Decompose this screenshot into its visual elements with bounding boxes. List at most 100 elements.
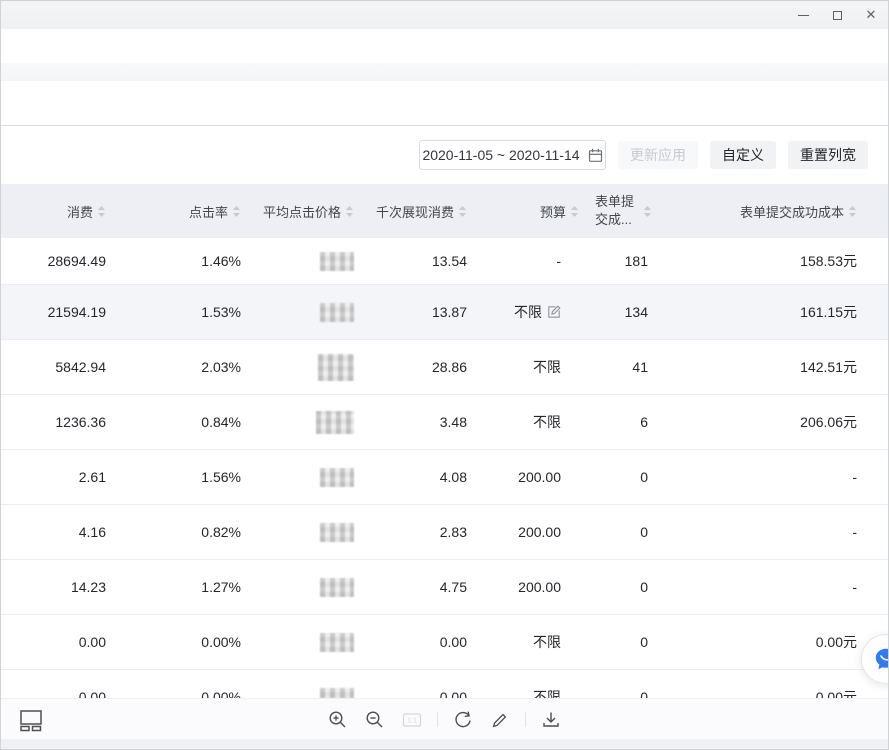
cell-ctr: 0.00% xyxy=(106,634,241,650)
cell-cpm: 3.48 xyxy=(354,414,467,430)
sort-icon xyxy=(97,205,106,218)
cell-budget: 200.00 xyxy=(467,469,579,485)
cell-consume: 14.23 xyxy=(1,579,106,595)
sort-icon xyxy=(570,205,579,218)
cell-forms: 134 xyxy=(579,304,652,320)
budget-value: 不限 xyxy=(533,357,561,377)
cell-cpm: 2.83 xyxy=(354,524,467,540)
cell-cpc-redacted xyxy=(320,468,354,487)
table-row[interactable]: 28694.49 1.46% 13.54 - 181 158.53元 xyxy=(1,238,888,285)
download-button[interactable] xyxy=(539,708,563,732)
edit-button[interactable] xyxy=(488,708,512,732)
title-bar: ✕ xyxy=(1,1,888,29)
cell-consume: 1236.36 xyxy=(1,414,106,430)
cell-cost: 0.00元 xyxy=(652,687,857,698)
close-button[interactable]: ✕ xyxy=(854,1,888,29)
cell-budget: - xyxy=(467,253,579,269)
cell-budget: 不限 xyxy=(467,412,579,432)
cell-cpc-redacted xyxy=(320,688,354,699)
cell-consume: 4.16 xyxy=(1,524,106,540)
sort-icon xyxy=(458,205,467,218)
cell-cpc-redacted xyxy=(320,633,354,652)
column-label: 平均点击价格 xyxy=(263,202,341,221)
column-label: 消费 xyxy=(67,202,93,221)
update-app-button[interactable]: 更新应用 xyxy=(618,141,698,169)
cell-forms: 0 xyxy=(579,634,652,650)
refresh-button[interactable] xyxy=(451,708,475,732)
one-to-one-button[interactable]: 1:1 xyxy=(400,708,424,732)
table-body: 28694.49 1.46% 13.54 - 181 158.53元 21594… xyxy=(1,238,888,698)
zoom-in-button[interactable] xyxy=(326,708,350,732)
table-row[interactable]: 5842.94 2.03% 28.86 不限 41 142.51元 xyxy=(1,340,888,395)
column-header-0[interactable]: 消费 xyxy=(1,202,106,221)
reset-column-width-button[interactable]: 重置列宽 xyxy=(788,141,868,169)
cell-ctr: 0.82% xyxy=(106,524,241,540)
date-range-picker[interactable]: 2020-11-05 ~ 2020-11-14 xyxy=(419,140,606,170)
column-header-5[interactable]: 表单提交成... xyxy=(579,193,652,228)
cell-forms: 181 xyxy=(579,253,652,269)
cell-forms: 41 xyxy=(579,359,652,375)
cell-consume: 0.00 xyxy=(1,689,106,698)
footer-toolbar: 1:1 xyxy=(1,698,888,739)
cell-cpc-redacted xyxy=(318,354,354,381)
cell-ctr: 0.84% xyxy=(106,414,241,430)
cell-forms: 0 xyxy=(579,469,652,485)
table-row[interactable]: 14.23 1.27% 4.75 200.00 0 - xyxy=(1,560,888,615)
table-row[interactable]: 2.61 1.56% 4.08 200.00 0 - xyxy=(1,450,888,505)
minimize-button[interactable] xyxy=(786,1,820,29)
column-header-2[interactable]: 平均点击价格 xyxy=(241,202,354,221)
cell-cpc-redacted xyxy=(320,252,354,271)
maximize-button[interactable] xyxy=(820,1,854,29)
maximize-icon xyxy=(833,11,842,20)
cell-budget: 不限 xyxy=(467,357,579,377)
cell-forms: 0 xyxy=(579,689,652,698)
cell-cost: 142.51元 xyxy=(652,357,857,377)
column-header-3[interactable]: 千次展现消费 xyxy=(354,202,467,221)
budget-value: 不限 xyxy=(533,632,561,652)
table-row[interactable]: 0.00 0.00% 0.00 不限 0 0.00元 xyxy=(1,670,888,698)
cell-budget: 不限 xyxy=(467,632,579,652)
table-row[interactable]: 21594.19 1.53% 13.87 不限 134 161.15元 xyxy=(1,285,888,340)
cell-cost: 0.00元 xyxy=(652,632,857,652)
cell-ctr: 1.56% xyxy=(106,469,241,485)
close-icon: ✕ xyxy=(866,7,877,23)
chat-bubble-icon xyxy=(873,646,889,672)
cell-cpc-redacted xyxy=(320,578,354,597)
svg-text:1:1: 1:1 xyxy=(407,717,417,724)
cell-cpc-redacted xyxy=(320,523,354,542)
column-header-6[interactable]: 表单提交成功成本 xyxy=(652,202,857,221)
cell-cost: - xyxy=(652,469,857,485)
calendar-icon xyxy=(588,148,603,163)
minimize-icon xyxy=(798,15,809,16)
one-to-one-icon: 1:1 xyxy=(402,710,422,730)
customize-button[interactable]: 自定义 xyxy=(710,141,776,169)
cell-consume: 0.00 xyxy=(1,634,106,650)
table-row[interactable]: 1236.36 0.84% 3.48 不限 6 206.06元 xyxy=(1,395,888,450)
cell-ctr: 2.03% xyxy=(106,359,241,375)
cell-cost: 161.15元 xyxy=(652,302,857,322)
cell-cpc-redacted xyxy=(320,303,354,322)
sort-icon xyxy=(848,205,857,218)
table-row[interactable]: 4.16 0.82% 2.83 200.00 0 - xyxy=(1,505,888,560)
cell-cpm: 0.00 xyxy=(354,634,467,650)
cell-cost: - xyxy=(652,524,857,540)
table-row[interactable]: 0.00 0.00% 0.00 不限 0 0.00元 xyxy=(1,615,888,670)
toolbar-divider xyxy=(437,712,438,727)
column-header-4[interactable]: 预算 xyxy=(467,202,579,221)
budget-edit-icon[interactable] xyxy=(547,305,561,319)
budget-value: - xyxy=(556,253,561,269)
sort-icon xyxy=(345,205,354,218)
cell-forms: 0 xyxy=(579,524,652,540)
column-label: 表单提交成... xyxy=(595,193,639,228)
cell-consume: 28694.49 xyxy=(1,253,106,269)
budget-value: 不限 xyxy=(533,687,561,698)
cell-budget: 不限 xyxy=(467,302,579,322)
column-header-1[interactable]: 点击率 xyxy=(106,202,241,221)
cell-budget: 200.00 xyxy=(467,579,579,595)
zoom-out-button[interactable] xyxy=(363,708,387,732)
bottom-strip xyxy=(1,739,888,750)
cell-cost: 158.53元 xyxy=(652,251,857,271)
cell-cpm: 13.54 xyxy=(354,253,467,269)
cell-ctr: 1.53% xyxy=(106,304,241,320)
edit-pencil-icon xyxy=(490,710,510,730)
